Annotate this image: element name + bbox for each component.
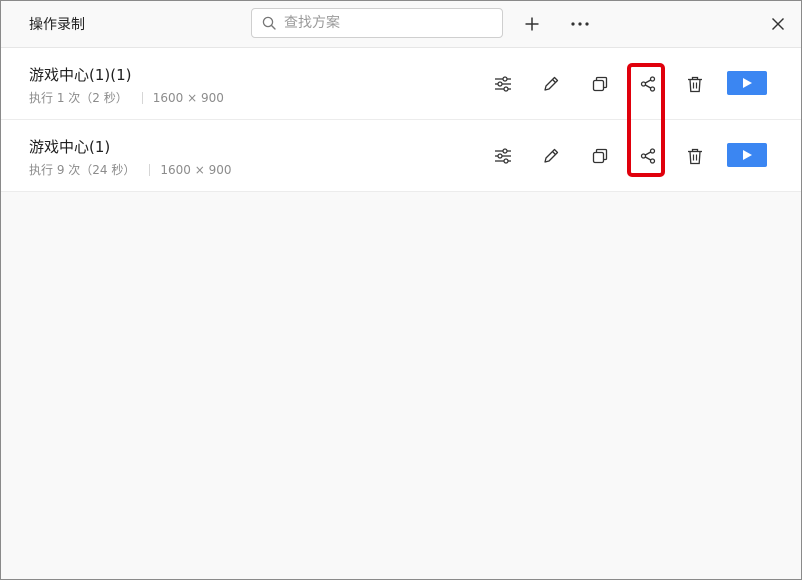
- settings-icon: [495, 148, 511, 164]
- copy-icon: [592, 148, 608, 164]
- recording-name: 游戏中心(1)(1): [29, 66, 132, 84]
- play-icon: [743, 150, 752, 160]
- edit-button[interactable]: [537, 142, 565, 170]
- delete-button[interactable]: [681, 142, 709, 170]
- trash-icon: [688, 76, 702, 92]
- meta-divider: [141, 91, 143, 104]
- add-button[interactable]: [519, 11, 545, 37]
- edit-icon: [544, 148, 559, 163]
- recording-name: 游戏中心(1): [29, 138, 111, 156]
- plus-icon: [525, 17, 539, 31]
- recording-meta: 执行 9 次（24 秒） 1600 × 900: [29, 161, 232, 178]
- play-icon: [743, 78, 752, 88]
- delete-button[interactable]: [681, 70, 709, 98]
- close-button[interactable]: [765, 11, 791, 37]
- run-count: 执行 9 次（24 秒）: [29, 163, 136, 177]
- app-window: 操作录制 查找方案 游戏中心(1)(1) 执行 1 次（2 秒） 1600 × …: [0, 0, 802, 580]
- edit-button[interactable]: [537, 70, 565, 98]
- copy-icon: [592, 76, 608, 92]
- search-box[interactable]: [251, 8, 503, 38]
- trash-icon: [688, 148, 702, 164]
- share-button[interactable]: [634, 142, 662, 170]
- search-input[interactable]: [282, 14, 486, 32]
- settings-button[interactable]: [489, 142, 517, 170]
- title-bar: 操作录制: [1, 1, 801, 48]
- resolution: 1600 × 900: [152, 90, 224, 105]
- search-icon: [262, 16, 276, 30]
- share-button[interactable]: [634, 70, 662, 98]
- run-count: 执行 1 次（2 秒）: [29, 91, 128, 105]
- play-button[interactable]: [727, 143, 767, 167]
- edit-icon: [544, 76, 559, 91]
- window-title: 操作录制: [29, 17, 85, 33]
- more-horizontal-icon: [571, 22, 589, 26]
- settings-icon: [495, 76, 511, 92]
- more-button[interactable]: [567, 11, 593, 37]
- settings-button[interactable]: [489, 70, 517, 98]
- share-icon: [640, 148, 656, 164]
- recording-list: 游戏中心(1)(1) 执行 1 次（2 秒） 1600 × 900 游戏中心(1…: [1, 48, 801, 192]
- share-icon: [640, 76, 656, 92]
- meta-divider: [149, 163, 151, 176]
- copy-button[interactable]: [586, 142, 614, 170]
- close-icon: [772, 18, 784, 30]
- copy-button[interactable]: [586, 70, 614, 98]
- list-item: 游戏中心(1) 执行 9 次（24 秒） 1600 × 900: [1, 120, 801, 192]
- list-item: 游戏中心(1)(1) 执行 1 次（2 秒） 1600 × 900: [1, 48, 801, 120]
- recording-meta: 执行 1 次（2 秒） 1600 × 900: [29, 89, 224, 106]
- play-button[interactable]: [727, 71, 767, 95]
- resolution: 1600 × 900: [160, 162, 232, 177]
